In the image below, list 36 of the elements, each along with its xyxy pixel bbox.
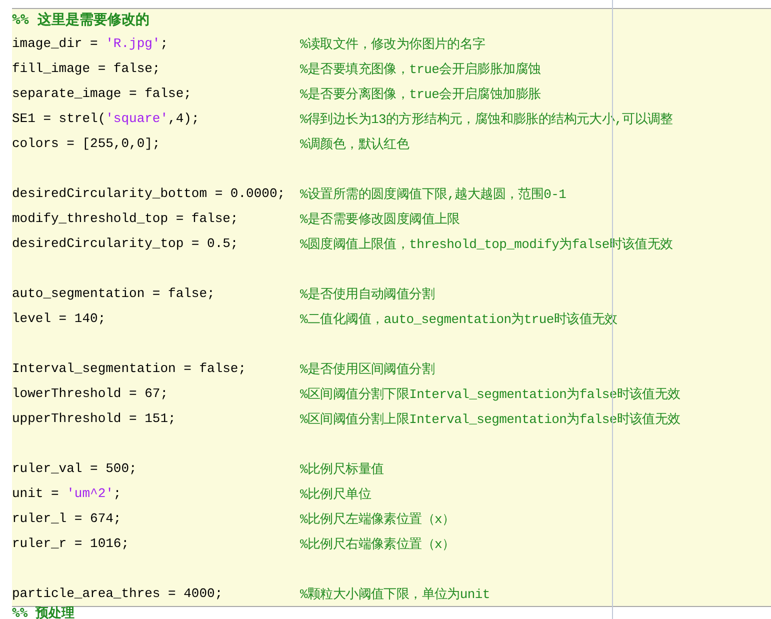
code-line: auto_segmentation = false; [12,286,215,301]
code-line: unit = 'um^2'; [12,486,122,501]
cell-title: %% 这里是需要修改的 [12,10,150,30]
code-comment: %区间阈值分割上限Interval_segmentation为false时该值无效 [300,410,680,428]
code-comment: %区间阈值分割下限Interval_segmentation为false时该值无效 [300,386,680,402]
code-line: desiredCircularity_top = 0.5; [12,236,238,251]
code-line: ruler_l = 674; [12,511,122,526]
code-line: colors = [255,0,0]; [12,136,160,151]
code-line: SE1 = strel('square',4); [12,111,200,126]
code-line: fill_image = false; [12,61,160,76]
code-line: ruler_r = 1016; [12,536,130,551]
code-line: Interval_segmentation = false; [12,361,246,376]
code-line: level = 140; [12,311,106,326]
code-comment: %读取文件，修改为你图片的名字 [300,36,486,52]
code-line: lowerThreshold = 67; [12,386,168,401]
code-comment: %调颜色，默认红色 [300,136,410,152]
code-comment: %圆度阈值上限值，threshold_top_modify为false时该值无效 [300,236,673,252]
code-comment: %设置所需的圆度阈值下限,越大越圆，范围0-1 [300,186,566,202]
code-line: desiredCircularity_bottom = 0.0000; [12,186,286,201]
code-comment: %比例尺右端像素位置（x） [300,536,455,552]
code-comment: %是否使用区间阈值分割 [300,360,435,378]
code-comment: %比例尺标量值 [300,460,384,478]
code-comment: %比例尺左端像素位置（x） [300,510,455,528]
code-line: image_dir = 'R.jpg'; [12,36,168,51]
code-comment: %是否要分离图像，true会开启腐蚀加膨胀 [300,86,541,102]
code-comment: %是否使用自动阈值分割 [300,286,435,302]
code-comment: %比例尺单位 [300,486,372,502]
code-line: ruler_val = 500; [12,461,137,476]
code-line: upperThreshold = 151; [12,411,176,426]
cell-title: %% 预处理 [12,607,76,619]
code-line: particle_area_thres = 4000; [12,586,223,601]
code-line: modify_threshold_top = false; [12,211,238,226]
code-comment: %颗粒大小阈值下限，单位为unit [300,586,490,602]
code-comment: %是否需要修改圆度阈值上限 [300,210,460,228]
code-comment: %是否要填充图像，true会开启膨胀加腐蚀 [300,60,541,78]
code-line: separate_image = false; [12,86,192,101]
